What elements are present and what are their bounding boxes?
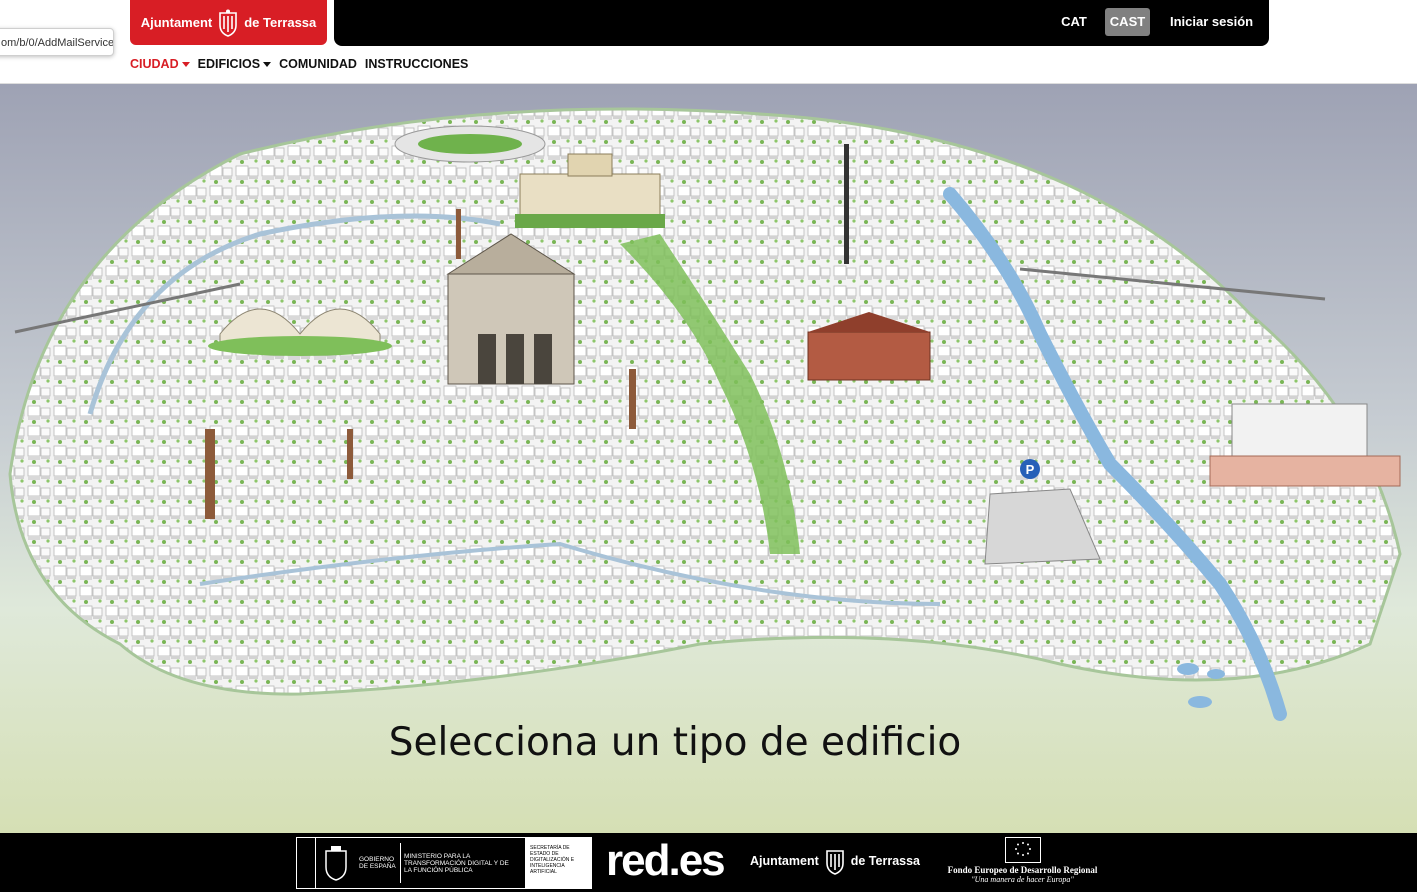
top-bar: CAT CAST Iniciar sesión: [334, 0, 1269, 46]
eu-fund-logo: Fondo Europeo de Desarrollo Regional "Un…: [940, 837, 1105, 884]
nav-item-instrucciones[interactable]: INSTRUCCIONES: [365, 55, 468, 73]
status-url-tooltip: om/b/0/AddMailService: [0, 28, 114, 56]
shield-icon: [219, 9, 238, 37]
spain-crest-icon: [325, 846, 347, 881]
nav-item-ciudad[interactable]: CIUDAD: [130, 55, 190, 73]
caret-down-icon: [181, 61, 190, 67]
government-logo: Gobierno de España Ministerio para la Tr…: [296, 837, 526, 889]
language-cat-button[interactable]: CAT: [1056, 8, 1092, 36]
nav-item-label: EDIFICIOS: [197, 57, 261, 71]
nav-item-label: CIUDAD: [130, 57, 179, 71]
ministry-text: Ministerio para la Transformación Digita…: [400, 843, 517, 883]
eu-motto-text: "Una manera de hacer Europa": [971, 875, 1074, 884]
shield-icon: [825, 850, 844, 875]
ajuntament-footer-logo: Ajuntament de Terrassa: [750, 847, 920, 875]
city-map-area: P Selecciona un tipo de edificio: [0, 83, 1417, 834]
language-cast-button[interactable]: CAST: [1105, 8, 1150, 36]
footer-logo-left: Ajuntament: [750, 854, 819, 868]
spain-flag-icon: [297, 838, 316, 888]
logo-right-text: de Terrassa: [244, 15, 317, 30]
nav-item-edificios[interactable]: EDIFICIOS: [198, 55, 272, 73]
nav-item-comunidad[interactable]: COMUNIDAD: [279, 55, 357, 73]
eu-fund-text: Fondo Europeo de Desarrollo Regional: [947, 865, 1098, 875]
ajuntament-logo[interactable]: Ajuntament de Terrassa: [130, 0, 327, 45]
main-nav: CIUDAD EDIFICIOS COMUNIDAD INSTRUCCIONES: [130, 55, 468, 73]
logo-left-text: Ajuntament: [140, 15, 213, 30]
nav-item-label: INSTRUCCIONES: [364, 57, 469, 71]
eu-flag-icon: [1004, 837, 1041, 863]
secretary-text: Secretaría de Estado de Digitalización e…: [526, 837, 592, 889]
rede-logo: red.es: [606, 836, 726, 885]
footer-logo-right: de Terrassa: [850, 854, 921, 868]
select-building-prompt: Selecciona un tipo de edificio: [388, 720, 962, 765]
stadium[interactable]: [394, 125, 546, 163]
parking-sign: P: [1026, 462, 1035, 477]
login-link[interactable]: Iniciar sesión: [1170, 8, 1253, 36]
gov-text: Gobierno de España: [359, 856, 396, 870]
footer-sponsors: Gobierno de España Ministerio para la Tr…: [0, 833, 1417, 892]
caret-down-icon: [263, 61, 272, 67]
nav-item-label: COMUNIDAD: [279, 57, 357, 71]
